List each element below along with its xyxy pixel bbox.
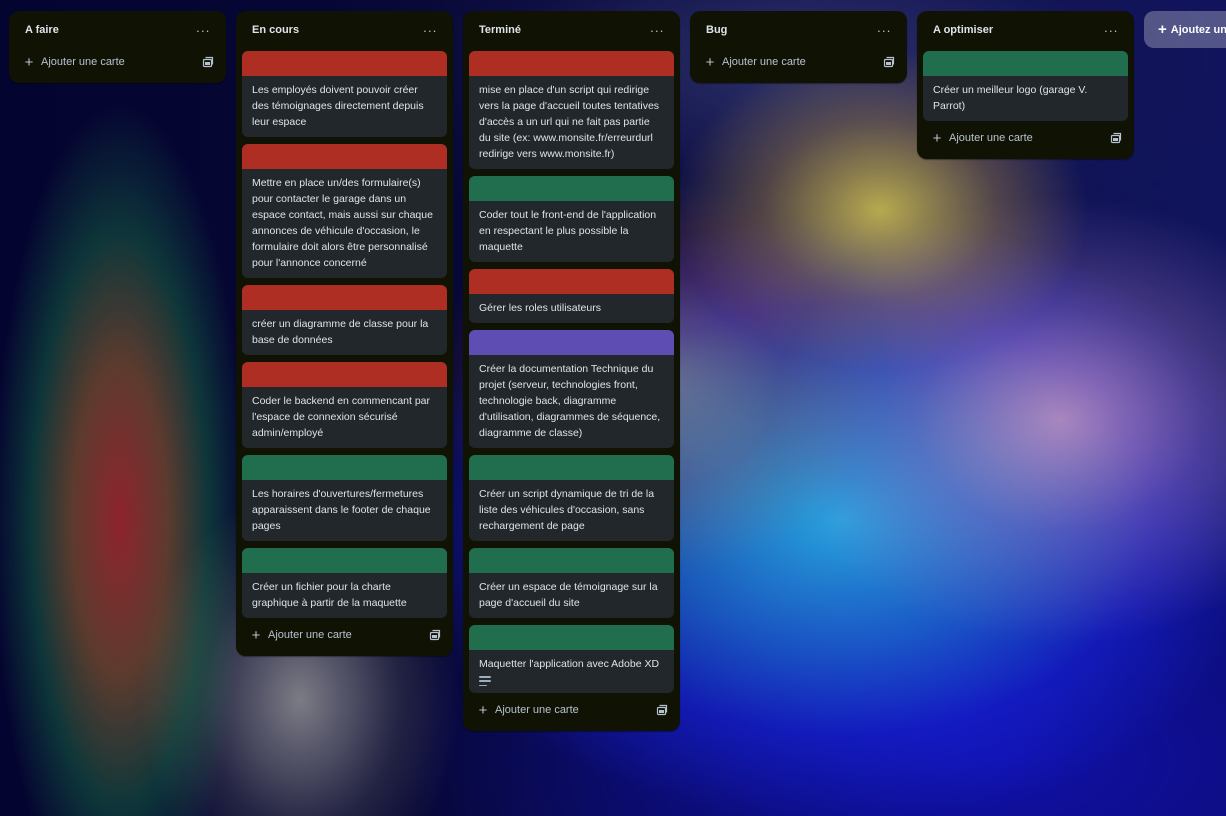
card-cover — [923, 51, 1128, 76]
plus-icon: + — [932, 129, 942, 147]
card-title: Coder tout le front-end de l'application… — [479, 209, 657, 253]
add-card-button[interactable]: + Ajouter une carte — [696, 49, 901, 75]
add-card-button[interactable]: + Ajouter une carte — [242, 622, 447, 648]
card-title: mise en place d'un script qui redirige v… — [479, 84, 660, 160]
card[interactable]: Créer un meilleur logo (garage V. Parrot… — [923, 51, 1128, 121]
list-header[interactable]: Terminé ··· — [469, 15, 674, 45]
add-card-label: Ajouter une carte — [495, 704, 579, 716]
card[interactable]: Maquetter l'application avec Adobe XD — [469, 625, 674, 693]
card-title: Les employés doivent pouvoir créer des t… — [252, 84, 424, 128]
add-card-label: Ajouter une carte — [41, 56, 125, 68]
plus-icon: + — [251, 626, 261, 644]
card-title: Les horaires d'ouvertures/fermetures app… — [252, 488, 431, 532]
card-template-icon[interactable] — [200, 54, 216, 70]
plus-icon: + — [478, 701, 488, 719]
card-title: créer un diagramme de classe pour la bas… — [252, 318, 429, 346]
list-title[interactable]: Terminé — [479, 24, 521, 36]
list-bug: Bug ··· + Ajouter une carte — [690, 11, 907, 83]
card[interactable]: créer un diagramme de classe pour la bas… — [242, 285, 447, 355]
add-card-label: Ajouter une carte — [722, 56, 806, 68]
card-cover — [242, 51, 447, 76]
card-cover — [242, 455, 447, 480]
list-header[interactable]: A optimiser ··· — [923, 15, 1128, 45]
card-title: Créer un script dynamique de tri de la l… — [479, 488, 655, 532]
description-icon — [479, 676, 491, 686]
add-card-button[interactable]: + Ajouter une carte — [469, 697, 674, 723]
card-title: Gérer les roles utilisateurs — [479, 302, 601, 314]
list-en-cours: En cours ··· Les employés doivent pouvoi… — [236, 11, 453, 656]
plus-icon: + — [705, 53, 715, 71]
list-header[interactable]: En cours ··· — [242, 15, 447, 45]
card-template-icon[interactable] — [654, 702, 670, 718]
card-cover — [469, 269, 674, 294]
list-title[interactable]: Bug — [706, 24, 727, 36]
list-menu-icon[interactable]: ··· — [646, 19, 668, 41]
card-template-icon[interactable] — [1108, 130, 1124, 146]
card-title: Créer la documentation Technique du proj… — [479, 363, 661, 439]
card-title: Maquetter l'application avec Adobe XD — [479, 658, 660, 670]
card[interactable]: Gérer les roles utilisateurs — [469, 269, 674, 323]
card-template-icon[interactable] — [427, 627, 443, 643]
card-title: Créer un meilleur logo (garage V. Parrot… — [933, 84, 1088, 112]
card[interactable]: Créer un fichier pour la charte graphiqu… — [242, 548, 447, 618]
card-title: Mettre en place un/des formulaire(s) pou… — [252, 177, 433, 269]
card-cover — [469, 625, 674, 650]
card-cover — [242, 362, 447, 387]
card[interactable]: Créer un espace de témoignage sur la pag… — [469, 548, 674, 618]
plus-icon: + — [1158, 21, 1167, 38]
card[interactable]: Coder tout le front-end de l'application… — [469, 176, 674, 262]
list-menu-icon[interactable]: ··· — [1100, 19, 1122, 41]
card-title: Créer un fichier pour la charte graphiqu… — [252, 581, 407, 609]
card[interactable]: Mettre en place un/des formulaire(s) pou… — [242, 144, 447, 278]
list-menu-icon[interactable]: ··· — [873, 19, 895, 41]
add-card-button[interactable]: + Ajouter une carte — [923, 125, 1128, 151]
list-header[interactable]: A faire ··· — [15, 15, 220, 45]
card-title: Créer un espace de témoignage sur la pag… — [479, 581, 658, 609]
card-cover — [469, 548, 674, 573]
card-cover — [242, 144, 447, 169]
card[interactable]: mise en place d'un script qui redirige v… — [469, 51, 674, 169]
card-template-icon[interactable] — [881, 54, 897, 70]
add-card-label: Ajouter une carte — [949, 132, 1033, 144]
card-cover — [242, 285, 447, 310]
list-menu-icon[interactable]: ··· — [419, 19, 441, 41]
card[interactable]: Créer un script dynamique de tri de la l… — [469, 455, 674, 541]
list-a-optimiser: A optimiser ··· Créer un meilleur logo (… — [917, 11, 1134, 159]
list-title[interactable]: En cours — [252, 24, 299, 36]
card-list: Créer un meilleur logo (garage V. Parrot… — [923, 51, 1128, 121]
board: A faire ··· + Ajouter une carte En cours… — [9, 11, 1226, 816]
add-card-button[interactable]: + Ajouter une carte — [15, 49, 220, 75]
card-cover — [469, 176, 674, 201]
list-termine: Terminé ··· mise en place d'un script qu… — [463, 11, 680, 731]
card-list: mise en place d'un script qui redirige v… — [469, 51, 674, 693]
card[interactable]: Les employés doivent pouvoir créer des t… — [242, 51, 447, 137]
card-cover — [469, 455, 674, 480]
list-menu-icon[interactable]: ··· — [192, 19, 214, 41]
add-card-label: Ajouter une carte — [268, 629, 352, 641]
plus-icon: + — [24, 53, 34, 71]
list-title[interactable]: A faire — [25, 24, 59, 36]
list-title[interactable]: A optimiser — [933, 24, 993, 36]
list-a-faire: A faire ··· + Ajouter une carte — [9, 11, 226, 83]
card-cover — [469, 51, 674, 76]
card-cover — [242, 548, 447, 573]
card[interactable]: Les horaires d'ouvertures/fermetures app… — [242, 455, 447, 541]
add-list-button[interactable]: + Ajoutez une autre liste — [1144, 11, 1226, 48]
add-list-label: Ajoutez une autre liste — [1170, 23, 1226, 36]
card-list: Les employés doivent pouvoir créer des t… — [242, 51, 447, 618]
list-header[interactable]: Bug ··· — [696, 15, 901, 45]
card[interactable]: Coder le backend en commencant par l'esp… — [242, 362, 447, 448]
card-cover — [469, 330, 674, 355]
card-title: Coder le backend en commencant par l'esp… — [252, 395, 431, 439]
card[interactable]: Créer la documentation Technique du proj… — [469, 330, 674, 448]
